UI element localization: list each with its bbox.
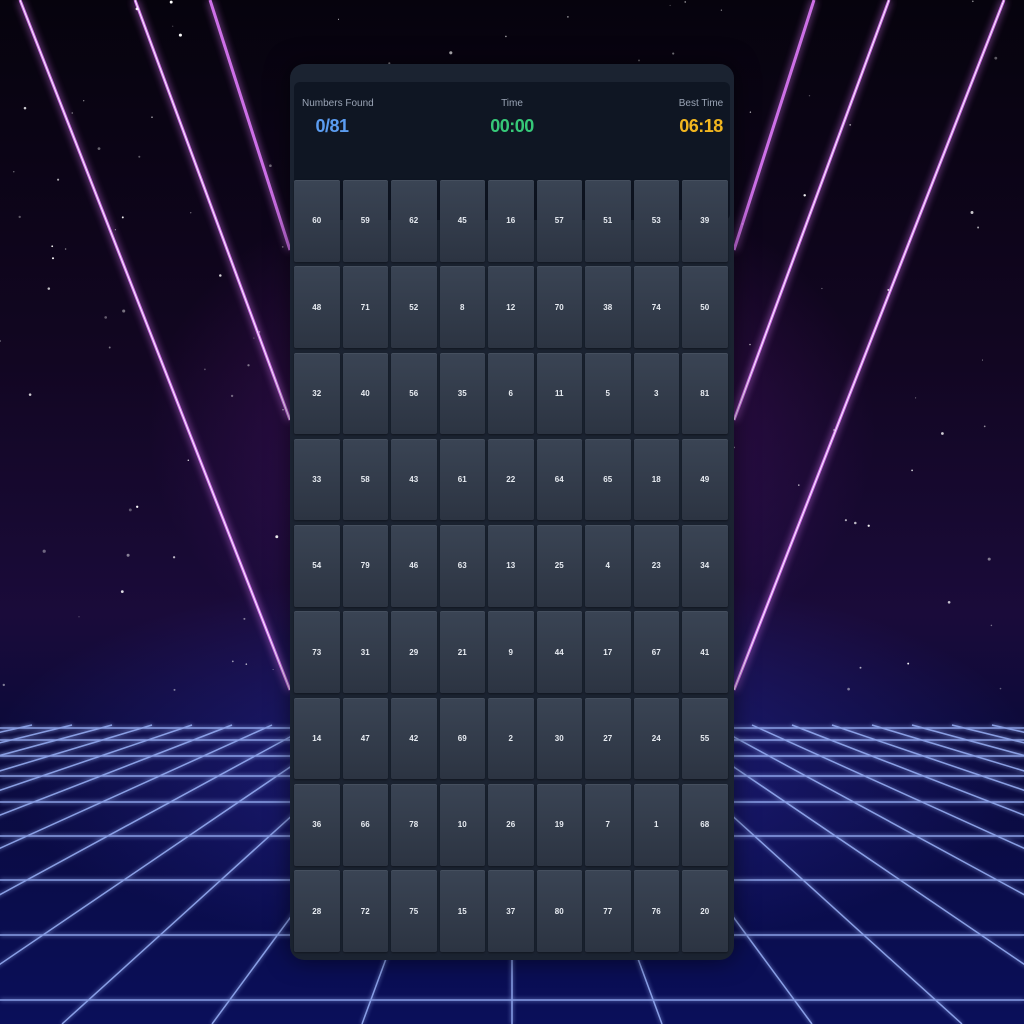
number-tile[interactable]: 21	[439, 611, 485, 693]
number-tile[interactable]: 42	[391, 697, 437, 780]
number-tile[interactable]: 73	[294, 611, 340, 693]
number-tile[interactable]: 2	[488, 697, 534, 780]
number-tile[interactable]: 72	[342, 870, 388, 952]
number-tile[interactable]: 41	[682, 611, 728, 693]
time-stat: Time 00:00	[482, 98, 542, 137]
number-tile[interactable]: 16	[488, 180, 534, 262]
number-tile[interactable]: 28	[294, 870, 340, 952]
number-tile[interactable]: 56	[391, 352, 437, 435]
number-tile[interactable]: 52	[391, 266, 437, 348]
number-tile[interactable]: 9	[488, 611, 534, 693]
number-tile[interactable]: 11	[536, 352, 582, 435]
number-tile[interactable]: 78	[391, 784, 437, 866]
number-tile[interactable]: 48	[294, 266, 340, 348]
number-tile[interactable]: 46	[391, 525, 437, 607]
number-tile[interactable]: 35	[439, 352, 485, 435]
number-tile[interactable]: 55	[682, 697, 728, 780]
number-tile[interactable]: 7	[585, 784, 631, 866]
number-tile[interactable]: 75	[391, 870, 437, 952]
number-tile[interactable]: 18	[633, 438, 679, 521]
number-tile[interactable]: 45	[439, 180, 485, 262]
number-tile[interactable]: 70	[536, 266, 582, 348]
number-tile[interactable]: 65	[585, 438, 631, 521]
number-tile[interactable]: 54	[294, 525, 340, 607]
number-tile[interactable]: 60	[294, 180, 340, 262]
number-tile[interactable]: 14	[294, 697, 340, 780]
number-tile[interactable]: 25	[536, 525, 582, 607]
number-tile[interactable]: 34	[682, 525, 728, 607]
game-board: Numbers Found 0/81 Time 00:00 Best Time …	[290, 64, 734, 960]
number-tile[interactable]: 40	[342, 352, 388, 435]
number-tile[interactable]: 37	[488, 870, 534, 952]
number-grid: 60 59 62 45 16 57 51 53 39 48 71 52 8 12 70 38 74 50 32 40 5…	[294, 180, 730, 952]
number-tile[interactable]: 53	[633, 180, 679, 262]
numbers-found-label: Numbers Found	[302, 98, 374, 109]
number-tile[interactable]: 17	[585, 611, 631, 693]
number-tile[interactable]: 74	[633, 266, 679, 348]
number-tile[interactable]: 15	[439, 870, 485, 952]
number-tile[interactable]: 24	[633, 697, 679, 780]
number-tile[interactable]: 63	[439, 525, 485, 607]
number-tile[interactable]: 66	[342, 784, 388, 866]
number-tile[interactable]: 32	[294, 352, 340, 435]
number-tile[interactable]: 80	[536, 870, 582, 952]
number-tile[interactable]: 22	[488, 438, 534, 521]
numbers-found-value: 0/81	[315, 116, 349, 136]
number-tile[interactable]: 38	[585, 266, 631, 348]
time-value: 00:00	[490, 116, 534, 136]
number-tile[interactable]: 29	[391, 611, 437, 693]
number-tile[interactable]: 3	[633, 352, 679, 435]
number-tile[interactable]: 79	[342, 525, 388, 607]
number-tile[interactable]: 20	[682, 870, 728, 952]
number-tile[interactable]: 77	[585, 870, 631, 952]
number-tile[interactable]: 4	[585, 525, 631, 607]
time-label: Time	[501, 98, 523, 109]
number-tile[interactable]: 19	[536, 784, 582, 866]
number-tile[interactable]: 8	[439, 266, 485, 348]
number-tile[interactable]: 10	[439, 784, 485, 866]
best-time-value: 06:18	[679, 116, 723, 136]
number-tile[interactable]: 44	[536, 611, 582, 693]
number-tile[interactable]: 57	[536, 180, 582, 262]
number-tile[interactable]: 59	[342, 180, 388, 262]
number-tile[interactable]: 61	[439, 438, 485, 521]
number-tile[interactable]: 30	[536, 697, 582, 780]
best-time-label: Best Time	[678, 98, 724, 109]
number-tile[interactable]: 36	[294, 784, 340, 866]
number-tile[interactable]: 68	[682, 784, 728, 866]
best-time-stat: Best Time 06:18	[678, 98, 724, 137]
number-tile[interactable]: 58	[342, 438, 388, 521]
number-tile[interactable]: 31	[342, 611, 388, 693]
number-tile[interactable]: 13	[488, 525, 534, 607]
number-tile[interactable]: 64	[536, 438, 582, 521]
number-tile[interactable]: 6	[488, 352, 534, 435]
number-tile[interactable]: 26	[488, 784, 534, 866]
number-tile[interactable]: 67	[633, 611, 679, 693]
number-tile[interactable]: 76	[633, 870, 679, 952]
number-tile[interactable]: 62	[391, 180, 437, 262]
number-tile[interactable]: 12	[488, 266, 534, 348]
number-tile[interactable]: 1	[633, 784, 679, 866]
number-tile[interactable]: 33	[294, 438, 340, 521]
number-tile[interactable]: 71	[342, 266, 388, 348]
game-scene: Numbers Found 0/81 Time 00:00 Best Time …	[0, 0, 1024, 1024]
number-tile[interactable]: 51	[585, 180, 631, 262]
number-tile[interactable]: 39	[682, 180, 728, 262]
number-tile[interactable]: 43	[391, 438, 437, 521]
number-tile[interactable]: 50	[682, 266, 728, 348]
number-tile[interactable]: 49	[682, 438, 728, 521]
number-tile[interactable]: 5	[585, 352, 631, 435]
numbers-found-stat: Numbers Found 0/81	[302, 98, 374, 137]
number-tile[interactable]: 81	[682, 352, 728, 435]
number-tile[interactable]: 23	[633, 525, 679, 607]
number-tile[interactable]: 69	[439, 697, 485, 780]
number-tile[interactable]: 27	[585, 697, 631, 780]
number-tile[interactable]: 47	[342, 697, 388, 780]
